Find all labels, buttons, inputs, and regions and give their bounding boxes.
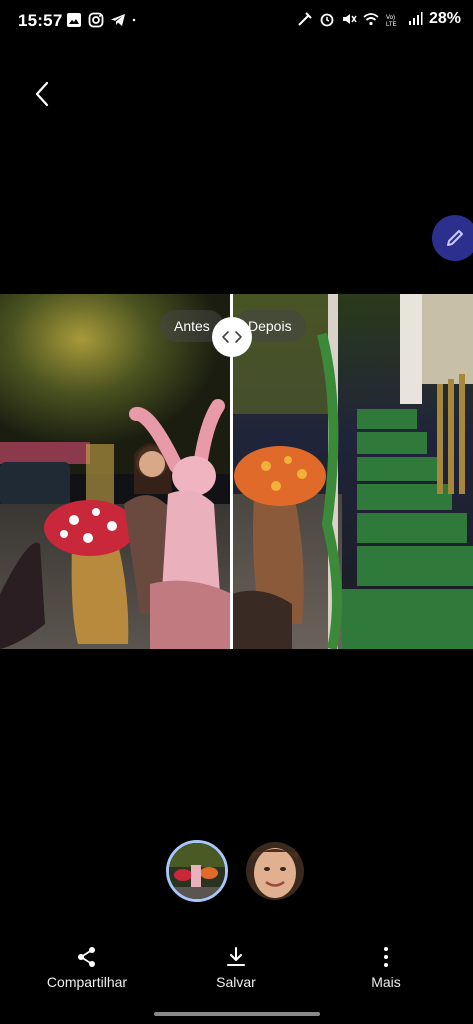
- more-vertical-icon: [384, 947, 388, 967]
- svg-text:LTE: LTE: [386, 22, 397, 27]
- compare-slider-handle[interactable]: [212, 317, 252, 357]
- share-label: Compartilhar: [46, 974, 128, 990]
- chevron-left-icon: [35, 81, 49, 107]
- share-icon: [78, 947, 95, 967]
- battery-percentage: 28%: [428, 10, 461, 27]
- photo-after-image: [232, 294, 473, 649]
- signal-icon: [408, 12, 423, 25]
- volte-icon: Vo)LTE: [386, 15, 397, 27]
- telegram-icon: [111, 14, 125, 26]
- thumbnail-face-image: [246, 842, 304, 900]
- thumbnail-face[interactable]: [246, 842, 304, 900]
- photo-before-image: [0, 294, 232, 649]
- status-icons-right: Vo) LTE 28%: [297, 10, 461, 28]
- status-bar: 15:57 Vo) LTE 28%: [0, 0, 473, 44]
- share-button[interactable]: Compartilhar: [43, 946, 131, 990]
- alarm-icon: [320, 13, 334, 27]
- download-icon: [227, 947, 245, 966]
- pencil-icon: [447, 230, 463, 246]
- more-label: Mais: [371, 974, 401, 990]
- save-label: Salvar: [216, 974, 256, 990]
- status-time: 15:57: [18, 11, 63, 30]
- svg-text:Vo): Vo): [386, 15, 395, 21]
- gallery-icon: [67, 13, 81, 27]
- edit-button[interactable]: [432, 215, 473, 261]
- more-button[interactable]: Mais: [356, 946, 416, 990]
- status-icons-left: [66, 12, 140, 28]
- nfc-icon: [298, 12, 312, 26]
- back-button[interactable]: [24, 76, 60, 112]
- dot-icon: [132, 18, 136, 22]
- home-indicator[interactable]: [154, 1012, 320, 1016]
- photo-after: [232, 294, 473, 649]
- wifi-icon: [363, 13, 379, 26]
- thumbnail-photo[interactable]: [166, 840, 228, 902]
- save-button[interactable]: Salvar: [206, 946, 266, 990]
- instagram-icon: [88, 12, 104, 28]
- chevron-left-right-icon: [222, 331, 242, 343]
- thumbnail-photo-image: [169, 843, 225, 899]
- mute-icon: [342, 14, 357, 24]
- photo-before: [0, 294, 232, 649]
